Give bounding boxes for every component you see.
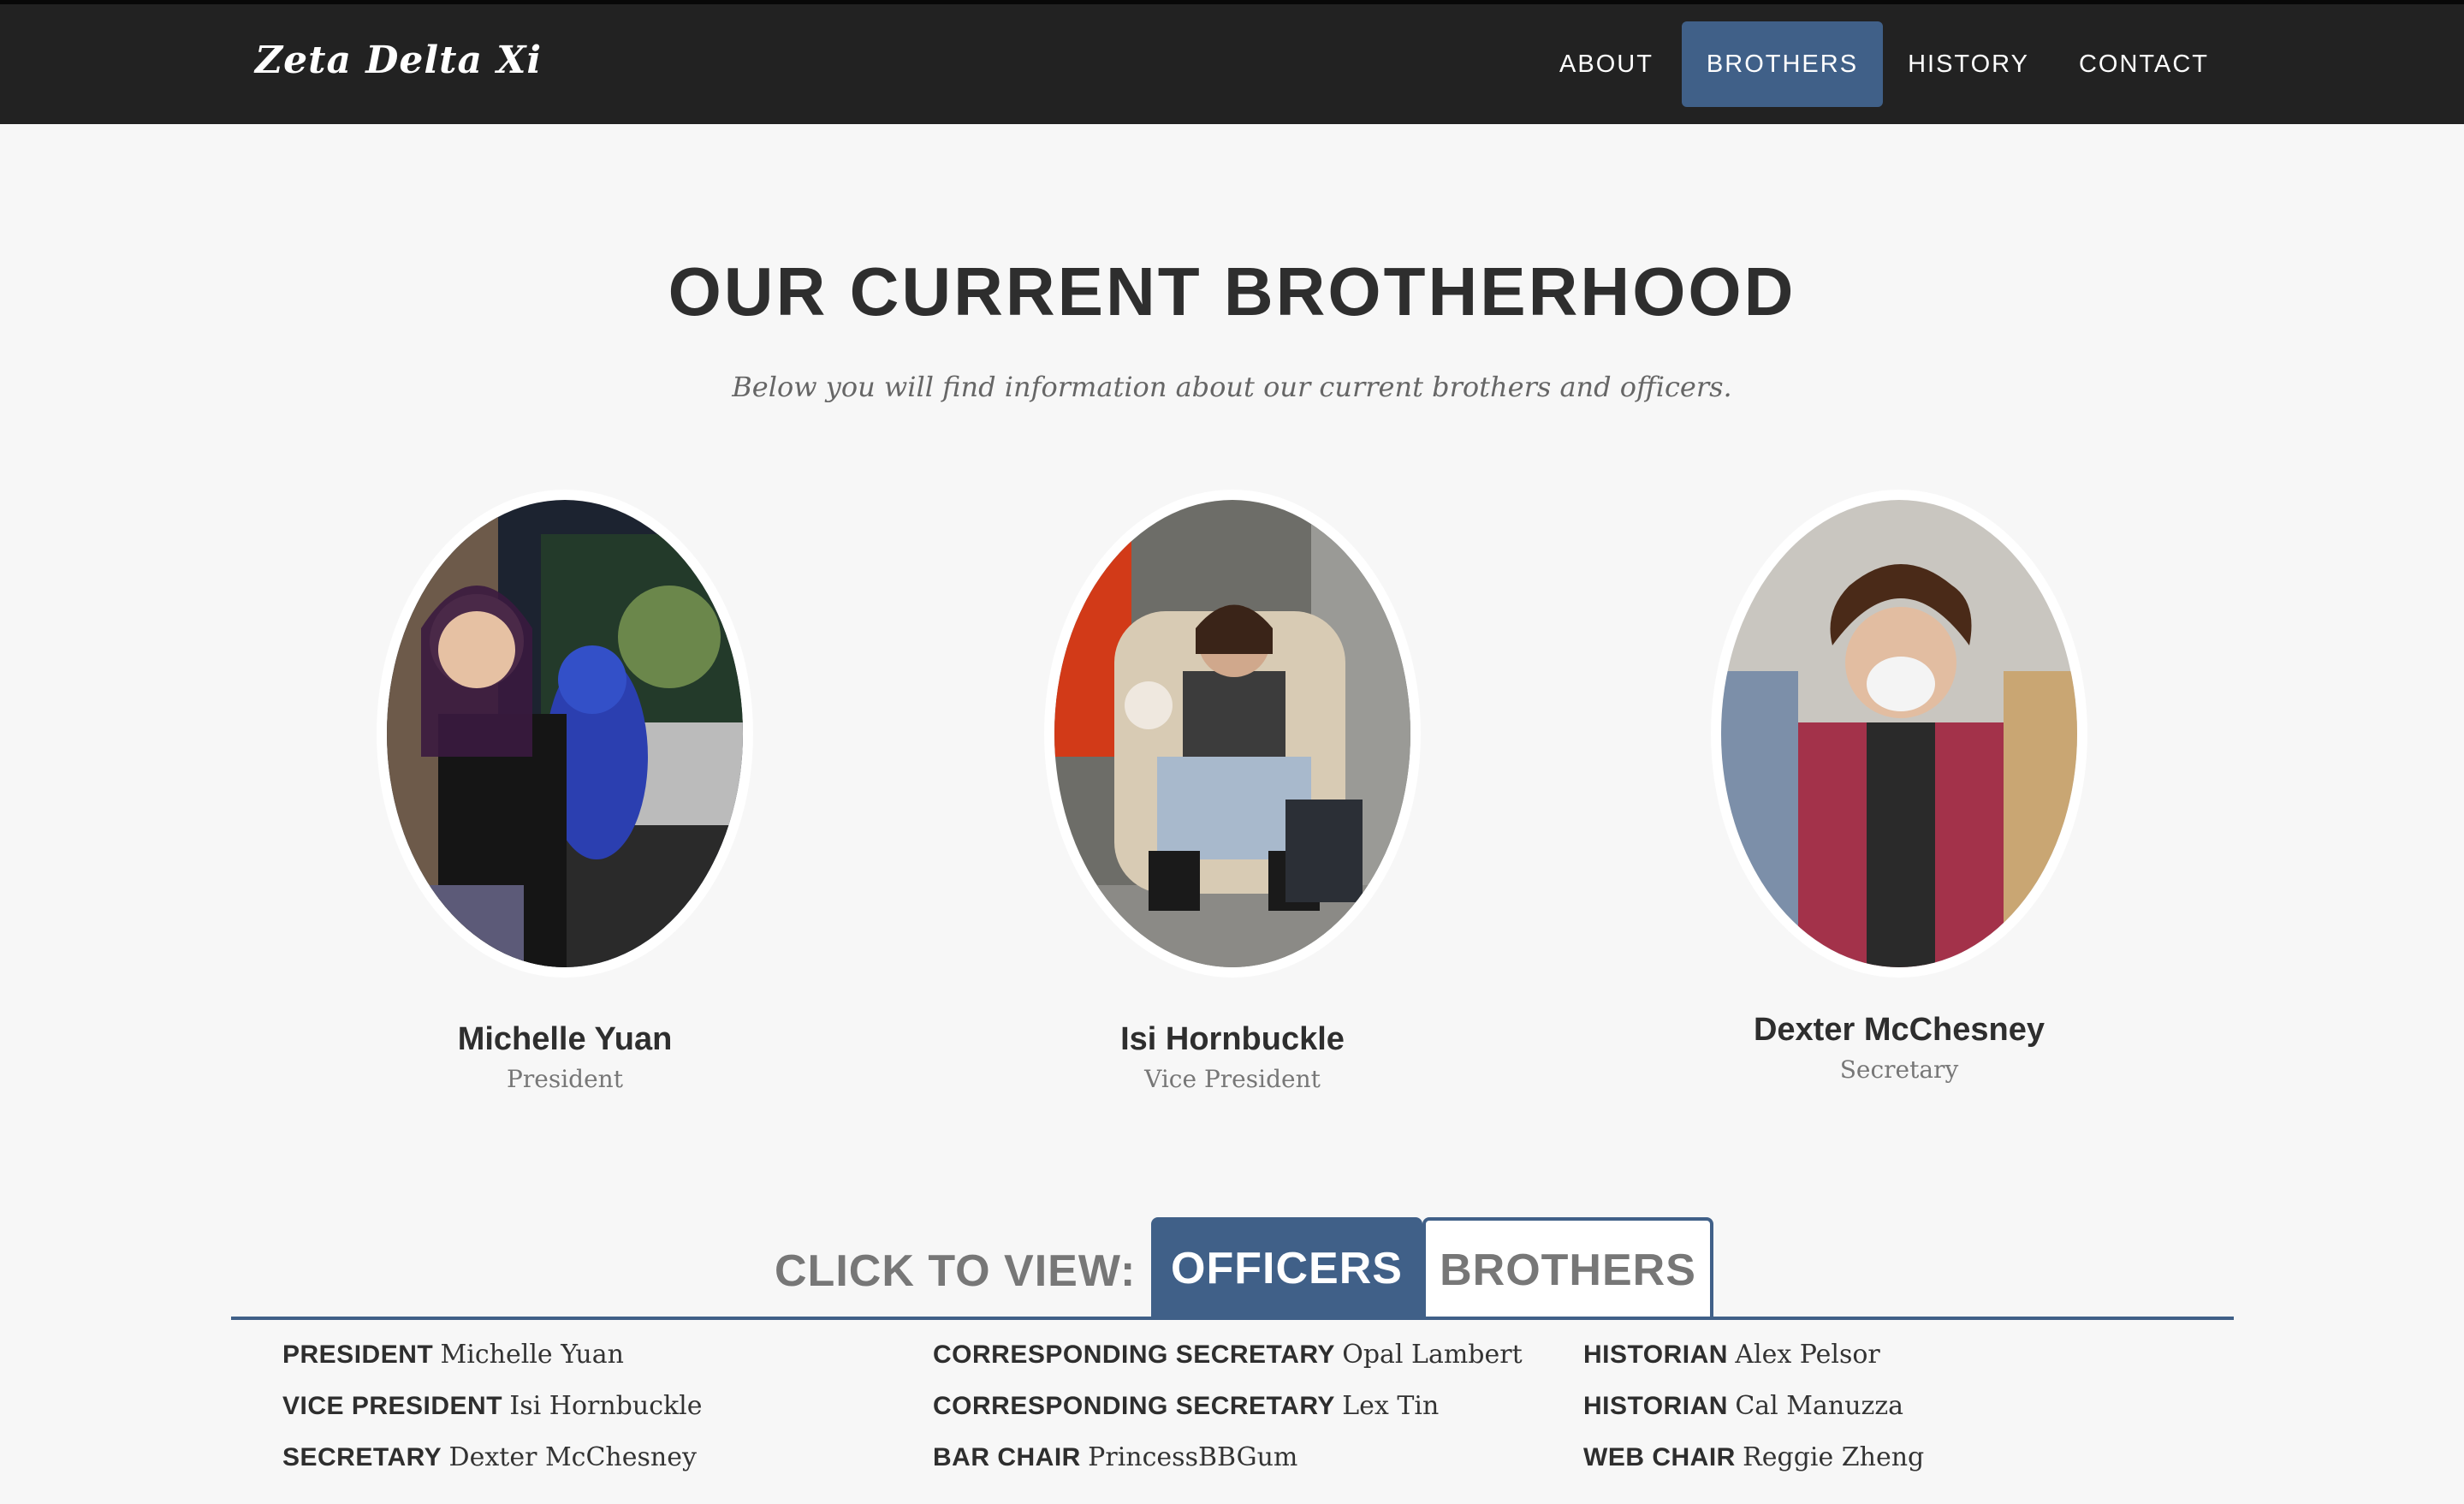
top-navbar: Zeta Delta Xi ABOUT BROTHERS HISTORY CON…: [0, 0, 2464, 124]
officer-name: Cal Manuzza: [1735, 1391, 1904, 1421]
roster-row: CORRESPONDING SECRETARY Opal Lambert: [933, 1337, 1583, 1388]
officer-title: VICE PRESIDENT: [282, 1392, 503, 1420]
brand-logo-text[interactable]: Zeta Delta Xi: [255, 39, 542, 82]
roster-row: SECRETARY Dexter McChesney: [282, 1440, 933, 1491]
officer-photo-2: [1054, 500, 1410, 967]
officer-name-2: Isi Hornbuckle: [1120, 1021, 1345, 1057]
click-to-view-label: CLICK TO VIEW:: [775, 1246, 1137, 1296]
nav-link-brothers[interactable]: BROTHERS: [1682, 21, 1883, 107]
roster-row: WEB CHAIR Reggie Zheng: [1583, 1440, 2234, 1491]
nav-link-about[interactable]: ABOUT: [1546, 21, 1667, 107]
officer-name-3: Dexter McChesney: [1753, 1012, 2045, 1048]
roster-column-3: HISTORIAN Alex Pelsor HISTORIAN Cal Manu…: [1583, 1337, 2234, 1491]
roster-row: PRESIDENT Michelle Yuan: [282, 1337, 933, 1388]
officer-title: HISTORIAN: [1583, 1392, 1728, 1420]
officer-title: WEB CHAIR: [1583, 1443, 1736, 1471]
roster-row: BAR CHAIR PrincessBBGum: [933, 1440, 1583, 1491]
officer-title: HISTORIAN: [1583, 1341, 1728, 1369]
officer-name: Isi Hornbuckle: [509, 1391, 703, 1421]
officer-portrait-2: [1044, 490, 1421, 978]
roster-row: HISTORIAN Alex Pelsor: [1583, 1337, 2234, 1388]
tab-officers[interactable]: OFFICERS: [1151, 1217, 1422, 1320]
officer-portrait-3: [1711, 490, 2087, 978]
officer-title: CORRESPONDING SECRETARY: [933, 1392, 1335, 1420]
tab-divider: [231, 1317, 2234, 1320]
tab-brothers[interactable]: BROTHERS: [1422, 1217, 1713, 1320]
officer-name: Michelle Yuan: [440, 1340, 624, 1370]
officer-role-1: President: [507, 1065, 623, 1093]
nav-link-contact[interactable]: CONTACT: [2063, 21, 2225, 107]
officer-title: BAR CHAIR: [933, 1443, 1081, 1471]
officer-name: Reggie Zheng: [1743, 1442, 1925, 1472]
officer-photo-3: [1721, 500, 2077, 967]
officer-title: PRESIDENT: [282, 1341, 434, 1369]
officer-name: Lex Tin: [1342, 1391, 1440, 1421]
officer-photo-1: [387, 500, 743, 967]
officer-title: CORRESPONDING SECRETARY: [933, 1341, 1335, 1369]
roster-column-1: PRESIDENT Michelle Yuan VICE PRESIDENT I…: [282, 1337, 933, 1491]
page-subtitle: Below you will find information about ou…: [732, 371, 1732, 403]
roster-row: HISTORIAN Cal Manuzza: [1583, 1388, 2234, 1440]
officer-role-2: Vice President: [1144, 1065, 1321, 1093]
roster-row: VICE PRESIDENT Isi Hornbuckle: [282, 1388, 933, 1440]
officer-name-1: Michelle Yuan: [457, 1021, 673, 1057]
officer-title: SECRETARY: [282, 1443, 442, 1471]
officer-name: Opal Lambert: [1342, 1340, 1523, 1370]
roster-column-2: CORRESPONDING SECRETARY Opal Lambert COR…: [933, 1337, 1583, 1491]
roster-row: CORRESPONDING SECRETARY Lex Tin: [933, 1388, 1583, 1440]
officer-name: Dexter McChesney: [448, 1442, 697, 1472]
page-title: OUR CURRENT BROTHERHOOD: [668, 253, 1796, 330]
officer-role-3: Secretary: [1839, 1055, 1959, 1084]
officer-portrait-1: [377, 490, 753, 978]
officer-name: PrincessBBGum: [1088, 1442, 1298, 1472]
nav-link-history[interactable]: HISTORY: [1898, 21, 2039, 107]
officer-name: Alex Pelsor: [1735, 1340, 1880, 1370]
